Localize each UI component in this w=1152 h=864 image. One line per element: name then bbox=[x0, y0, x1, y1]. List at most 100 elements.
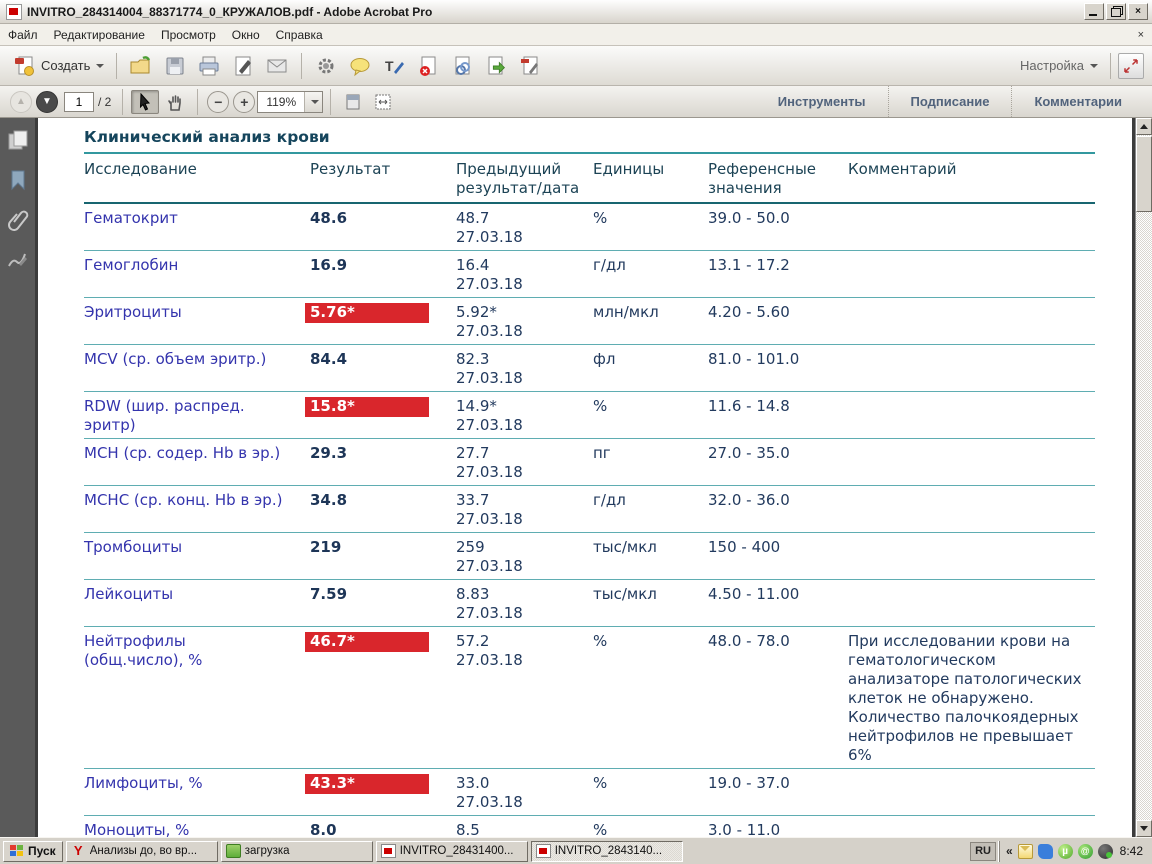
result-text: 48.6 bbox=[310, 209, 347, 227]
export-page-icon bbox=[484, 54, 508, 78]
tab-tools[interactable]: Инструменты bbox=[756, 86, 888, 117]
restore-button[interactable] bbox=[1106, 3, 1126, 20]
open-file-button[interactable] bbox=[124, 51, 158, 81]
menu-window[interactable]: Окно bbox=[224, 25, 268, 45]
language-indicator[interactable]: RU bbox=[970, 842, 996, 861]
create-label: Создать bbox=[41, 58, 90, 73]
previous-date: 27.03.18 bbox=[456, 275, 581, 294]
navigation-toolbar: ▲ ▼ / 2 − + 119% Инструменты Подписание … bbox=[0, 86, 1152, 118]
tab-comments[interactable]: Комментарии bbox=[1011, 86, 1144, 117]
toolbar-separator bbox=[122, 89, 123, 115]
row-units: г/дл bbox=[593, 256, 708, 294]
print-button[interactable] bbox=[192, 51, 226, 81]
bookmarks-panel-icon[interactable] bbox=[6, 168, 30, 192]
start-label: Пуск bbox=[28, 844, 56, 858]
settings-gear-button[interactable] bbox=[309, 51, 343, 81]
close-button[interactable]: × bbox=[1128, 3, 1148, 20]
taskbar-item[interactable]: загрузка bbox=[221, 841, 373, 862]
previous-date: 27.03.18 bbox=[456, 510, 581, 529]
agent-tray-icon[interactable]: @ bbox=[1078, 844, 1093, 859]
taskbar-item-label: INVITRO_2843140... bbox=[555, 845, 662, 857]
attachments-panel-icon[interactable] bbox=[6, 208, 30, 232]
window-title: INVITRO_284314004_88371774_0_КРУЖАЛОВ.pd… bbox=[27, 5, 1084, 19]
row-comment bbox=[848, 538, 1095, 576]
tab-sign[interactable]: Подписание bbox=[888, 86, 1012, 117]
row-units: % bbox=[593, 632, 708, 765]
create-button[interactable]: Создать bbox=[8, 51, 109, 81]
row-reference-range: 13.1 - 17.2 bbox=[708, 256, 848, 294]
previous-date: 27.03.18 bbox=[456, 228, 581, 247]
remove-page-button[interactable] bbox=[411, 51, 445, 81]
menu-help[interactable]: Справка bbox=[268, 25, 331, 45]
previous-value: 14.9* bbox=[456, 397, 581, 416]
hand-tool-button[interactable] bbox=[161, 90, 189, 114]
previous-date: 27.03.18 bbox=[456, 651, 581, 670]
start-button[interactable]: Пуск bbox=[3, 841, 63, 862]
row-reference-range: 48.0 - 78.0 bbox=[708, 632, 848, 765]
minimize-button[interactable] bbox=[1084, 3, 1104, 20]
row-units: тыс/мкл bbox=[593, 585, 708, 623]
table-row: Гематокрит 48.6 48.7 27.03.18 % 39.0 - 5… bbox=[84, 204, 1095, 250]
menu-view[interactable]: Просмотр bbox=[153, 25, 224, 45]
scroll-down-icon[interactable] bbox=[1136, 820, 1152, 837]
next-page-icon[interactable]: ▼ bbox=[36, 91, 58, 113]
row-previous-result: 82.3 27.03.18 bbox=[456, 350, 593, 388]
table-row: Гемоглобин 16.9 16.4 27.03.18 г/дл 13.1 … bbox=[84, 250, 1095, 297]
zoom-level-value: 119% bbox=[258, 95, 304, 109]
row-reference-range: 27.0 - 35.0 bbox=[708, 444, 848, 482]
select-tool-button[interactable] bbox=[131, 90, 159, 114]
page-number-input[interactable] bbox=[64, 92, 94, 112]
row-study-name: Эритроциты bbox=[84, 303, 310, 341]
save-button[interactable] bbox=[158, 51, 192, 81]
menu-file[interactable]: Файл bbox=[0, 25, 46, 45]
edit-text-button[interactable]: T bbox=[377, 51, 411, 81]
pages-panel-icon[interactable] bbox=[6, 128, 30, 152]
customize-button[interactable]: Настройка bbox=[1015, 55, 1103, 76]
chevron-down-icon bbox=[96, 64, 104, 68]
row-previous-result: 33.0 27.03.18 bbox=[456, 774, 593, 812]
scroll-up-icon[interactable] bbox=[1136, 118, 1152, 135]
row-previous-result: 27.7 27.03.18 bbox=[456, 444, 593, 482]
hand-tool-icon bbox=[166, 93, 184, 111]
export-page-button[interactable] bbox=[479, 51, 513, 81]
taskbar-item[interactable]: Y Анализы до, во вр... bbox=[66, 841, 218, 862]
previous-page-icon[interactable]: ▲ bbox=[10, 91, 32, 113]
taskbar-item[interactable]: INVITRO_2843140... bbox=[531, 841, 683, 862]
utorrent-tray-icon[interactable]: µ bbox=[1058, 844, 1073, 859]
redact-page-button[interactable] bbox=[513, 51, 547, 81]
row-result-value: 34.8 bbox=[310, 491, 456, 529]
email-button[interactable] bbox=[260, 51, 294, 81]
scrollbar-track[interactable] bbox=[1136, 212, 1152, 820]
row-reference-range: 19.0 - 37.0 bbox=[708, 774, 848, 812]
page-link-button[interactable] bbox=[445, 51, 479, 81]
zoom-in-icon[interactable]: + bbox=[233, 91, 255, 113]
row-comment: При исследовании крови на гематологическ… bbox=[848, 632, 1095, 765]
menubar-close-icon[interactable]: × bbox=[1130, 29, 1152, 41]
expand-mode-button[interactable] bbox=[1118, 53, 1144, 79]
menu-edit[interactable]: Редактирование bbox=[46, 25, 153, 45]
chevron-down-icon[interactable] bbox=[304, 92, 322, 112]
fit-width-button[interactable] bbox=[369, 90, 397, 114]
scrollbar-thumb[interactable] bbox=[1136, 136, 1152, 212]
zoom-out-icon[interactable]: − bbox=[207, 91, 229, 113]
taskbar-item[interactable]: INVITRO_28431400... bbox=[376, 841, 528, 862]
toolbar-separator bbox=[301, 53, 302, 79]
customize-label: Настройка bbox=[1020, 58, 1084, 73]
row-study-name: MCHC (ср. конц. Hb в эр.) bbox=[84, 491, 310, 529]
row-study-name: Гемоглобин bbox=[84, 256, 310, 294]
comment-button[interactable] bbox=[343, 51, 377, 81]
windows-taskbar: Пуск Y Анализы до, во вр... загрузка INV… bbox=[0, 837, 1152, 864]
signatures-panel-icon[interactable] bbox=[6, 248, 30, 272]
antivirus-tray-icon[interactable] bbox=[1098, 844, 1113, 859]
mail-tray-icon[interactable] bbox=[1018, 844, 1033, 859]
vertical-scrollbar[interactable] bbox=[1135, 118, 1152, 837]
messenger-tray-icon[interactable] bbox=[1038, 844, 1053, 859]
sign-button[interactable] bbox=[226, 51, 260, 81]
scroll-mode-button[interactable] bbox=[339, 90, 367, 114]
zoom-level-select[interactable]: 119% bbox=[257, 91, 323, 113]
table-row: Лейкоциты 7.59 8.83 27.03.18 тыс/мкл 4.5… bbox=[84, 579, 1095, 626]
row-result-value: 8.0 bbox=[310, 821, 456, 837]
table-row: RDW (шир. распред. эритр) 15.8* 14.9* 27… bbox=[84, 391, 1095, 438]
table-row: Тромбоциты 219 259 27.03.18 тыс/мкл 150 … bbox=[84, 532, 1095, 579]
tray-collapse-icon[interactable]: « bbox=[1006, 844, 1013, 858]
